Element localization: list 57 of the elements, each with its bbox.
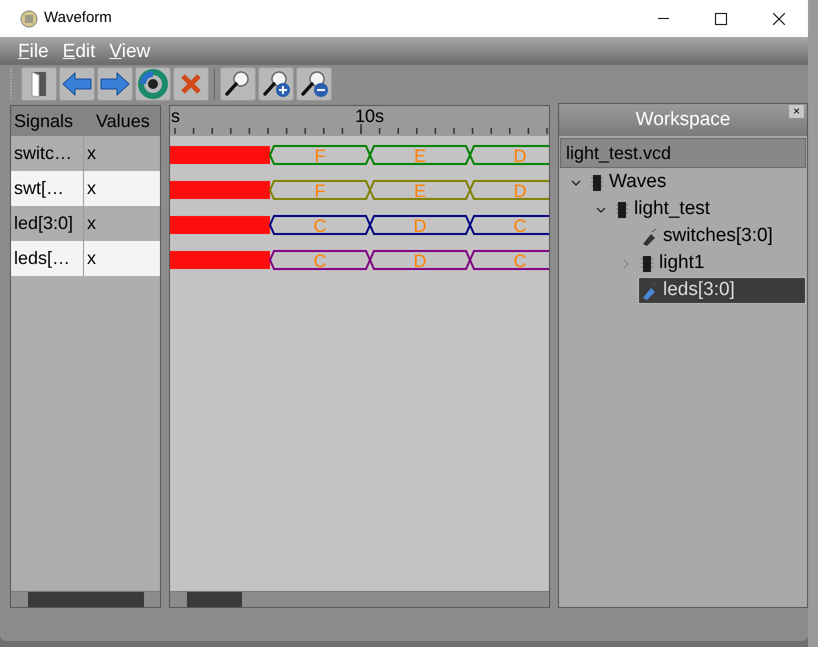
file-header: light_test.vcd xyxy=(560,138,806,168)
tree-item[interactable]: switches[3:0] xyxy=(639,224,776,249)
menu-item[interactable]: View xyxy=(109,42,150,60)
signal-row[interactable]: leds[… x xyxy=(11,241,160,276)
collapse-icon[interactable] xyxy=(596,204,606,214)
toolbar-button[interactable] xyxy=(135,67,171,101)
bus-value: D xyxy=(414,251,426,271)
toolbar-grip xyxy=(10,68,13,100)
bus-value: F xyxy=(314,181,326,201)
collapse-icon[interactable] xyxy=(571,178,581,188)
column-header[interactable]: Signals xyxy=(11,108,84,135)
time-label: s xyxy=(171,106,180,126)
menu-item[interactable]: Edit xyxy=(62,42,96,60)
chip-icon xyxy=(616,200,628,218)
close-icon xyxy=(773,12,785,24)
window-title: Waveform xyxy=(44,8,112,28)
bus-value: D xyxy=(514,146,526,166)
scrollbar-thumb[interactable] xyxy=(28,592,144,607)
app-icon xyxy=(20,10,38,28)
bus-value: E xyxy=(414,181,426,201)
chip-icon xyxy=(591,174,603,192)
maximize-icon xyxy=(715,12,727,24)
signal-value: x xyxy=(86,212,96,235)
column-header[interactable]: Values xyxy=(84,108,150,135)
close-button[interactable]: × xyxy=(788,105,804,118)
tree-item[interactable]: leds[3:0] xyxy=(639,278,805,303)
toolbar-button[interactable] xyxy=(220,67,256,101)
bus-value: E xyxy=(414,146,426,166)
signal-row[interactable]: swt[… x xyxy=(11,171,160,206)
signal-value: x xyxy=(86,142,96,165)
bus-value: D xyxy=(514,181,526,201)
reload-icon xyxy=(137,68,169,100)
bus-value: C xyxy=(314,251,326,271)
tree-item[interactable]: light_test xyxy=(614,197,714,222)
signal-value: x xyxy=(86,177,96,200)
bus-value: F xyxy=(314,146,326,166)
horizontal-scrollbar[interactable] xyxy=(11,591,160,607)
scrollbar-thumb[interactable] xyxy=(187,592,242,607)
connector-icon xyxy=(641,282,657,300)
bus-value: C xyxy=(514,251,526,271)
time-label: 10s xyxy=(355,106,384,126)
toolbar-button[interactable] xyxy=(21,67,57,101)
bus-value: D xyxy=(414,216,426,236)
panel-title: Workspace xyxy=(636,108,730,132)
minimize-icon xyxy=(658,18,668,20)
bus-value: C xyxy=(314,216,326,236)
signal-value: x xyxy=(86,247,96,270)
menu-item[interactable]: File xyxy=(18,42,49,60)
tree-item[interactable]: Waves xyxy=(589,170,670,195)
connector-icon xyxy=(641,228,657,246)
toolbar-button[interactable] xyxy=(296,67,332,101)
signal-name: leds[… xyxy=(11,241,84,276)
bus-value: C xyxy=(514,216,526,236)
toolbar-button[interactable] xyxy=(258,67,294,101)
tree-item[interactable]: light1 xyxy=(639,251,708,276)
chip-icon xyxy=(641,254,653,272)
horizontal-scrollbar[interactable] xyxy=(170,591,549,607)
